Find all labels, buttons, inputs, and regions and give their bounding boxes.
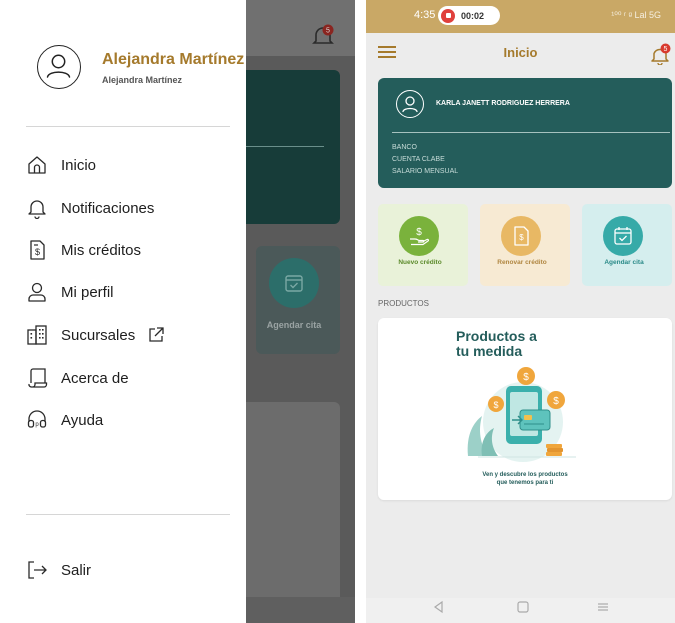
back-icon[interactable]: [432, 600, 444, 617]
products-card[interactable]: Productos a tu medida $ $ $ Ven y descub…: [378, 318, 672, 500]
right-screen: 4:35 00:02 ¹⁰⁰ ʳ ᵍ Lal 5G Inicio 5 KARLA…: [366, 0, 675, 623]
products-text-line1: Ven y descubre los productos: [482, 472, 568, 478]
headset-icon: p: [26, 409, 48, 431]
hand-money-icon: $: [399, 216, 439, 256]
menu-item-notificaciones[interactable]: Notificaciones: [26, 193, 236, 223]
background-service-card: Agendar cita: [256, 246, 340, 354]
scroll-icon: [26, 367, 48, 389]
person-icon: [26, 281, 48, 303]
card-field-cuenta-clabe: CUENTA CLABE: [392, 156, 445, 163]
background-card-divider: [246, 146, 324, 147]
products-card-title: Productos a tu medida: [456, 329, 537, 359]
menu-item-label: Mi perfil: [61, 283, 114, 301]
home-nav-icon[interactable]: [516, 600, 530, 617]
card-field-banco: BANCO: [392, 144, 417, 151]
drawer-scrim[interactable]: 5 Agendar cita: [246, 0, 355, 623]
menu-item-label: Sucursales: [61, 326, 136, 344]
external-link-icon: [147, 326, 165, 344]
background-calendar-icon: [269, 258, 319, 308]
user-avatar-icon: [37, 45, 81, 89]
menu-item-mi-perfil[interactable]: Mi perfil: [26, 277, 236, 307]
system-navigation-bar: [366, 598, 675, 623]
products-title-line2: tu medida: [456, 343, 523, 359]
svg-text:$: $: [519, 233, 524, 242]
building-icon: [26, 324, 48, 346]
service-label: Renovar crédito: [497, 259, 547, 266]
service-label: Nuevo crédito: [398, 259, 442, 266]
service-renovar-credito[interactable]: $ Renovar crédito: [480, 204, 570, 286]
svg-text:$: $: [493, 400, 498, 410]
service-agendar-cita[interactable]: Agendar cita: [582, 204, 672, 286]
products-title-line1: Productos a: [456, 328, 537, 344]
screenshot-root: 5 Agendar cita Alejandra Martínez Alejan…: [0, 0, 675, 623]
background-products-card: [246, 402, 340, 623]
menu-item-label: Acerca de: [61, 369, 129, 387]
drawer-divider-top: [26, 126, 230, 127]
background-badge-count: 5: [326, 28, 330, 35]
phone-money-illustration-icon: $ $ $: [467, 367, 576, 462]
logout-button[interactable]: Salir: [26, 555, 236, 585]
document-money-icon: $: [26, 239, 48, 261]
products-text-line2: que tenemos para ti: [496, 480, 554, 486]
background-account-card: [246, 70, 340, 224]
menu-item-label: Inicio: [61, 156, 97, 174]
menu-item-acerca-de[interactable]: Acerca de: [26, 363, 236, 393]
logout-label: Salir: [61, 561, 92, 579]
menu-item-ayuda[interactable]: p Ayuda: [26, 405, 236, 435]
background-app-bar: [246, 0, 355, 56]
menu-item-label: Ayuda: [61, 411, 104, 429]
service-label: Agendar cita: [604, 259, 644, 266]
recording-time: 00:02: [461, 10, 485, 21]
svg-text:$: $: [35, 247, 40, 257]
status-bar: 4:35 00:02 ¹⁰⁰ ʳ ᵍ Lal 5G: [366, 0, 675, 33]
background-system-nav: [246, 597, 355, 623]
menu-item-sucursales[interactable]: Sucursales: [26, 320, 236, 350]
notification-bell-icon[interactable]: 5: [651, 43, 671, 70]
user-subtitle: Alejandra Martínez: [102, 75, 183, 85]
bell-icon: [26, 197, 48, 219]
svg-text:$: $: [416, 227, 422, 238]
card-divider: [392, 132, 670, 133]
status-time: 4:35: [414, 9, 436, 21]
account-card: KARLA JANETT RODRIGUEZ HERRERA BANCO CUE…: [378, 78, 672, 188]
svg-text:$: $: [523, 372, 529, 383]
card-field-salario-mensual: SALARIO MENSUAL: [392, 168, 459, 175]
user-name: Alejandra Martínez: [102, 51, 245, 68]
page-title: Inicio: [503, 45, 538, 60]
home-icon: [26, 154, 48, 176]
menu-item-label: Mis créditos: [61, 241, 142, 259]
renew-credit-icon: $: [501, 216, 541, 256]
navigation-drawer: Alejandra Martínez Alejandra Martínez In…: [10, 0, 246, 623]
app-bar: Inicio 5: [366, 33, 675, 73]
products-section-label: PRODUCTOS: [378, 299, 429, 308]
recents-icon[interactable]: [596, 600, 610, 617]
card-avatar-icon: [396, 90, 424, 118]
products-card-description: Ven y descubre los productos que tenemos…: [378, 471, 672, 487]
svg-text:p: p: [35, 422, 39, 428]
left-screen: 5 Agendar cita Alejandra Martínez Alejan…: [0, 0, 355, 623]
service-nuevo-credito[interactable]: $ Nuevo crédito: [378, 204, 468, 286]
logout-icon: [26, 559, 48, 581]
record-icon: [441, 8, 455, 23]
menu-item-inicio[interactable]: Inicio: [26, 150, 236, 180]
menu-item-label: Notificaciones: [61, 199, 155, 217]
system-indicators: ¹⁰⁰ ʳ ᵍ Lal 5G: [611, 10, 661, 20]
card-holder-name: KARLA JANETT RODRIGUEZ HERRERA: [436, 100, 570, 107]
drawer-divider-bottom: [26, 514, 230, 515]
svg-text:$: $: [553, 396, 559, 407]
notification-badge-count: 5: [664, 46, 668, 53]
screen-recording-indicator[interactable]: 00:02: [438, 6, 500, 25]
background-service-label: Agendar cita: [266, 320, 322, 330]
calendar-icon: [603, 216, 643, 256]
menu-item-mis-creditos[interactable]: $ Mis créditos: [26, 235, 236, 265]
background-notification-bell-icon: 5: [312, 24, 334, 53]
drawer-header: Alejandra Martínez Alejandra Martínez: [10, 0, 246, 126]
